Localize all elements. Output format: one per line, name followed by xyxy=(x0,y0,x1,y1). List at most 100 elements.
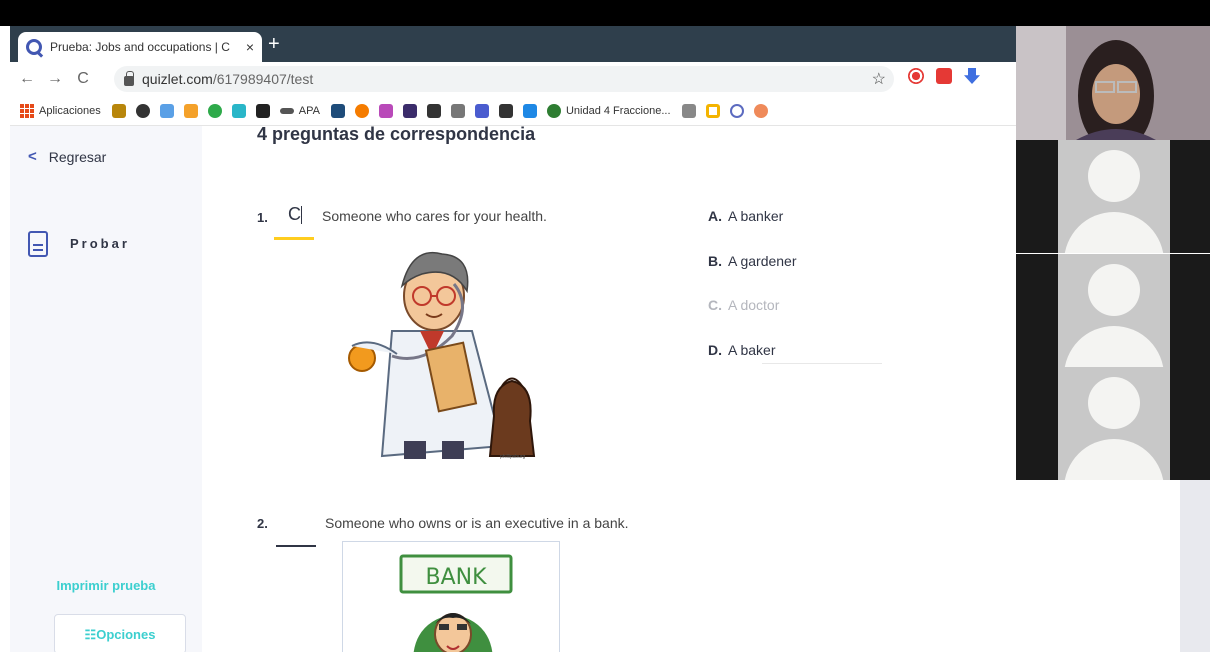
close-icon[interactable]: × xyxy=(246,39,254,55)
new-tab-button[interactable]: + xyxy=(268,33,280,56)
bank-sign-text: BANK xyxy=(425,565,487,590)
option-letter: A. xyxy=(708,208,722,224)
image-credit: phillipsburg xyxy=(500,454,526,460)
bookmark-icon[interactable] xyxy=(135,103,150,118)
avatar xyxy=(1058,367,1170,480)
avatar-body xyxy=(1064,326,1164,367)
bank-illustration: BANK xyxy=(399,554,513,652)
bookmark-icon[interactable] xyxy=(753,103,768,118)
bookmark-apps[interactable]: Aplicaciones xyxy=(39,105,101,117)
test-mode-label[interactable]: Probar xyxy=(70,236,130,251)
bookmarks-bar: Aplicaciones APA Unidad 4 Fraccione... xyxy=(10,96,1016,126)
extension-record-icon[interactable] xyxy=(908,68,924,84)
sliders-icon: ☷ xyxy=(84,627,97,642)
participant-tile xyxy=(1016,140,1210,253)
bookmark-icon[interactable] xyxy=(330,103,345,118)
options-label: Opciones xyxy=(96,627,156,642)
bookmark-icon[interactable] xyxy=(207,103,222,118)
quizlet-icon xyxy=(26,39,42,55)
address-bar: ← → C quizlet.com/617989407/test ☆ xyxy=(10,62,1016,96)
option-c: C. A doctor xyxy=(708,297,779,313)
answer-underline xyxy=(274,237,314,240)
option-letter: C. xyxy=(708,297,722,313)
avatar xyxy=(1058,254,1170,367)
bookmark-icon[interactable] xyxy=(474,103,489,118)
presenter-video-feed xyxy=(1016,26,1210,140)
bookmark-icon[interactable] xyxy=(498,103,513,118)
bookmark-icon[interactable] xyxy=(426,103,441,118)
bookmark-icon[interactable] xyxy=(183,103,198,118)
bookmark-icon[interactable] xyxy=(522,103,537,118)
option-text: A baker xyxy=(728,342,776,358)
url-text: quizlet.com/617989407/test xyxy=(142,71,313,87)
option-text: A doctor xyxy=(728,297,780,313)
infinity-icon[interactable] xyxy=(279,107,294,114)
doctor-image: phillipsburg xyxy=(322,236,562,466)
avatar-head xyxy=(1088,377,1140,429)
question-text: Someone who owns or is an executive in a… xyxy=(325,515,629,531)
top-black-bar xyxy=(0,0,1210,26)
chevron-left-icon: < xyxy=(28,148,37,165)
browser-tab[interactable]: Prueba: Jobs and occupations | C × xyxy=(18,32,262,62)
option-a: A. A banker xyxy=(708,208,783,224)
question-text: Someone who cares for your health. xyxy=(322,208,547,224)
sidebar: < Regresar Probar Imprimir prueba ☷Opcio… xyxy=(10,126,202,652)
bookmark-unidad[interactable]: Unidad 4 Fraccione... xyxy=(566,105,671,117)
quiz-content: 4 preguntas de correspondencia 1. C Some… xyxy=(202,124,1016,652)
doctor-illustration xyxy=(348,252,536,459)
back-arrow-icon[interactable]: ← xyxy=(16,70,38,88)
bookmark-icon[interactable] xyxy=(231,103,246,118)
avatar xyxy=(1058,140,1170,253)
bookmark-star-icon[interactable]: ☆ xyxy=(872,69,886,89)
section-heading: 4 preguntas de correspondencia xyxy=(257,124,536,144)
back-label: Regresar xyxy=(48,148,107,165)
bookmark-icon[interactable] xyxy=(378,103,393,118)
option-d: D. A baker xyxy=(708,342,775,358)
tab-bar: Prueba: Jobs and occupations | C × + xyxy=(10,26,1016,62)
print-test-link[interactable]: Imprimir prueba xyxy=(10,578,202,593)
url-host: quizlet.com xyxy=(142,71,213,87)
bookmark-icon[interactable] xyxy=(450,103,465,118)
avatar-body xyxy=(1064,212,1164,253)
bookmark-icon[interactable] xyxy=(354,103,369,118)
bookmark-icon[interactable] xyxy=(111,103,126,118)
option-letter: D. xyxy=(708,342,722,358)
bookmark-icon[interactable] xyxy=(681,103,696,118)
avatar-body xyxy=(1064,439,1164,480)
url-path: /617989407/test xyxy=(212,71,314,87)
browser-window: Prueba: Jobs and occupations | C × + ← →… xyxy=(10,26,1016,652)
url-input[interactable]: quizlet.com/617989407/test ☆ xyxy=(114,66,894,92)
option-b: B. A gardener xyxy=(708,253,797,269)
participant-tile xyxy=(1016,254,1210,367)
apps-grid-icon[interactable] xyxy=(20,103,34,118)
question-number: 1. xyxy=(257,210,268,225)
bookmark-icon[interactable] xyxy=(729,103,744,118)
bank-image: BANK xyxy=(342,541,560,652)
divider xyxy=(762,363,882,364)
option-text: A banker xyxy=(728,208,784,224)
bookmark-icon[interactable] xyxy=(705,103,720,118)
option-text: A gardener xyxy=(728,253,797,269)
tab-title: Prueba: Jobs and occupations | C xyxy=(50,40,230,54)
extension-red-icon[interactable] xyxy=(936,68,952,84)
bookmark-icon[interactable] xyxy=(402,103,417,118)
test-document-icon xyxy=(28,231,48,257)
forward-arrow-icon[interactable]: → xyxy=(44,70,66,88)
screen: Prueba: Jobs and occupations | C × + ← →… xyxy=(0,0,1210,652)
lock-icon xyxy=(124,71,134,86)
back-link[interactable]: < Regresar xyxy=(28,148,106,165)
answer-underline xyxy=(276,545,316,547)
bookmark-icon[interactable] xyxy=(159,103,174,118)
options-button[interactable]: ☷Opciones xyxy=(54,614,186,652)
option-letter: B. xyxy=(708,253,722,269)
participant-tile xyxy=(1016,367,1210,480)
reload-icon[interactable]: C xyxy=(72,70,94,88)
avatar-head xyxy=(1088,150,1140,202)
question-number: 2. xyxy=(257,516,268,531)
ampersand-icon[interactable] xyxy=(255,103,270,118)
answer-input[interactable]: C xyxy=(288,204,301,225)
bookmark-apa[interactable]: APA xyxy=(299,105,320,117)
page-gutter xyxy=(1180,480,1210,652)
presenter-video xyxy=(1016,26,1210,140)
bookmark-icon[interactable] xyxy=(546,103,561,118)
